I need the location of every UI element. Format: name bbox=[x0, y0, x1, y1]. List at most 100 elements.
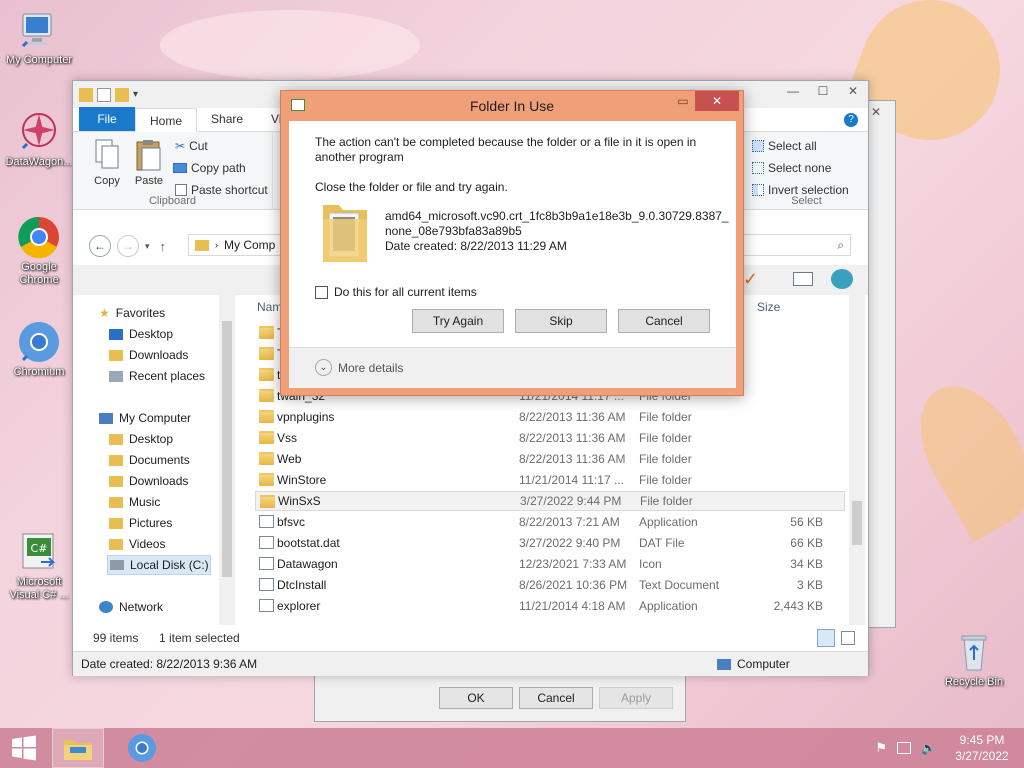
nav-favorites-label: Favorites bbox=[115, 306, 166, 320]
apply-button[interactable]: Apply bbox=[599, 687, 673, 709]
wallpaper-petal bbox=[160, 10, 420, 80]
folder-name-line1: amd64_microsoft.vc90.crt_1fc8b3b9a1e18e3… bbox=[385, 209, 729, 223]
file-date: 12/23/2021 7:33 AM bbox=[519, 557, 627, 571]
more-details-toggle[interactable]: ⌄ More details bbox=[315, 359, 403, 376]
details-bar: Date created: 8/22/2013 9:36 AM Computer bbox=[73, 651, 868, 676]
large-icons-view-icon[interactable] bbox=[841, 631, 855, 645]
help-icon[interactable]: ? bbox=[844, 113, 858, 127]
network-icon[interactable] bbox=[897, 742, 912, 754]
desktop-icon-google-chrome[interactable]: Google Chrome bbox=[1, 215, 77, 287]
select-group-title: Select bbox=[791, 195, 822, 207]
nav-my-computer[interactable]: My Computer bbox=[99, 408, 191, 428]
nav-item-documents[interactable]: Documents bbox=[109, 450, 190, 470]
table-row[interactable]: WinStore 11/21/2014 11:17 ... File folder bbox=[255, 470, 845, 490]
column-size[interactable]: Size bbox=[757, 300, 780, 314]
clock[interactable]: 9:45 PM 3/27/2022 bbox=[950, 732, 1014, 764]
minimize-icon[interactable]: — bbox=[778, 81, 808, 101]
column-name[interactable]: Nam bbox=[257, 300, 282, 314]
table-row[interactable]: bfsvc 8/22/2013 7:21 AM Application 56 KB bbox=[255, 512, 845, 532]
new-folder-icon[interactable] bbox=[115, 87, 129, 102]
nav-item-videos[interactable]: Videos bbox=[109, 534, 165, 554]
tab-file[interactable]: File bbox=[79, 107, 135, 131]
taskbar-file-explorer[interactable] bbox=[52, 728, 104, 768]
volume-muted-icon[interactable]: 🔈 bbox=[921, 741, 936, 755]
tab-share[interactable]: Share bbox=[197, 107, 257, 131]
desktop-icon-visual-csharp[interactable]: C# Microsoft Visual C# ... bbox=[1, 530, 77, 602]
table-row[interactable]: Datawagon 12/23/2021 7:33 AM Icon 34 KB bbox=[255, 554, 845, 574]
taskbar-chromium[interactable] bbox=[118, 728, 166, 768]
nav-item-desktop[interactable]: Desktop bbox=[109, 429, 173, 449]
maximize-icon[interactable]: ☐ bbox=[808, 81, 838, 101]
nav-scrollbar[interactable] bbox=[219, 295, 235, 625]
apply-to-all-checkbox[interactable]: Do this for all current items bbox=[315, 285, 477, 299]
table-row[interactable]: DtcInstall 8/26/2021 10:36 PM Text Documen… bbox=[255, 575, 845, 595]
tab-home[interactable]: Home bbox=[135, 108, 198, 132]
skip-button[interactable]: Skip bbox=[515, 309, 607, 333]
paste-button[interactable]: Paste bbox=[129, 138, 169, 187]
copy-path-button[interactable]: Copy path bbox=[173, 158, 246, 178]
nav-item-local-disk[interactable]: Local Disk (C:) bbox=[107, 555, 211, 575]
close-icon[interactable]: ✕ bbox=[871, 105, 881, 119]
properties-window: OK Cancel Apply bbox=[314, 672, 686, 722]
minimize-icon[interactable]: ▭ bbox=[671, 91, 695, 111]
scrollbar-thumb[interactable] bbox=[852, 501, 862, 545]
file-name: bfsvc bbox=[277, 515, 306, 529]
checkbox-box[interactable] bbox=[315, 285, 328, 299]
nav-item-desktop[interactable]: Desktop bbox=[109, 324, 173, 344]
details-view-icon[interactable] bbox=[817, 629, 835, 647]
desktop-icon-chromium[interactable]: Chromium bbox=[1, 320, 77, 379]
recent-locations-icon[interactable]: ▾ bbox=[145, 241, 150, 252]
chevron-down-icon[interactable]: ▾ bbox=[133, 89, 138, 100]
nav-item-music[interactable]: Music bbox=[109, 492, 160, 512]
search-input[interactable]: ⌕ bbox=[733, 234, 851, 256]
nav-item-pictures[interactable]: Pictures bbox=[109, 513, 172, 533]
cut-button[interactable]: ✂ Cut bbox=[175, 136, 208, 156]
file-type: Icon bbox=[639, 557, 662, 571]
close-icon[interactable]: ✕ bbox=[838, 81, 868, 101]
table-row[interactable]: WinSxS 3/27/2022 9:44 PM File folder bbox=[255, 491, 845, 511]
navigation-pane: ★ Favorites Desktop Downloads Recent pla… bbox=[73, 295, 235, 625]
nav-item-recent-places[interactable]: Recent places bbox=[109, 366, 205, 386]
forward-button[interactable]: → bbox=[117, 235, 139, 257]
select-none-button[interactable]: Select none bbox=[752, 158, 831, 178]
up-arrow-icon[interactable]: ↑ bbox=[160, 239, 167, 254]
checkmark-icon[interactable]: ✓ bbox=[743, 269, 758, 290]
file-date: 3/27/2022 9:40 PM bbox=[519, 536, 621, 550]
table-row[interactable]: explorer 11/21/2014 4:18 AM Application 2,4… bbox=[255, 596, 845, 616]
action-center-flag-icon[interactable]: ⚑ bbox=[875, 740, 887, 756]
file-size: 66 KB bbox=[790, 536, 823, 550]
folder-icon bbox=[79, 87, 93, 102]
copy-button[interactable]: Copy bbox=[87, 138, 127, 187]
scrollbar-thumb[interactable] bbox=[222, 321, 232, 577]
desktop-icon-my-computer[interactable]: My Computer bbox=[1, 8, 77, 67]
background-window[interactable]: ✕ bbox=[866, 100, 896, 628]
preview-icon[interactable] bbox=[793, 272, 813, 286]
nav-item-downloads[interactable]: Downloads bbox=[109, 471, 188, 491]
nav-network-label: Network bbox=[119, 600, 164, 614]
nav-item-downloads[interactable]: Downloads bbox=[109, 345, 188, 365]
try-again-button[interactable]: Try Again bbox=[412, 309, 504, 333]
cancel-button[interactable]: Cancel bbox=[519, 687, 593, 709]
close-icon[interactable]: ✕ bbox=[695, 91, 739, 111]
nav-favorites[interactable]: ★ Favorites bbox=[99, 303, 165, 323]
table-row[interactable]: bootstat.dat 3/27/2022 9:40 PM DAT File 66 … bbox=[255, 533, 845, 553]
ok-button[interactable]: OK bbox=[439, 687, 513, 709]
start-button[interactable] bbox=[0, 728, 48, 768]
table-row[interactable]: Web 8/22/2013 11:36 AM File folder bbox=[255, 449, 845, 469]
desktop-icon-recycle-bin[interactable]: Recycle Bin bbox=[936, 630, 1012, 689]
table-row[interactable]: Vss 8/22/2013 11:36 AM File folder bbox=[255, 428, 845, 448]
cancel-button[interactable]: Cancel bbox=[618, 309, 710, 333]
nav-network[interactable]: Network bbox=[99, 597, 163, 617]
system-tray: ⚑ 🔈 9:45 PM 3/27/2022 bbox=[875, 728, 1024, 768]
computer-icon bbox=[17, 8, 61, 52]
nav-item-label: Desktop bbox=[129, 327, 174, 341]
select-all-button[interactable]: Select all bbox=[752, 136, 817, 156]
status-bar: 99 items 1 item selected bbox=[73, 627, 868, 649]
properties-icon[interactable] bbox=[97, 87, 111, 102]
clock-time: 9:45 PM bbox=[959, 733, 1005, 747]
shell-icon[interactable] bbox=[831, 269, 853, 289]
table-row[interactable]: vpnplugins 8/22/2013 11:36 AM File folder bbox=[255, 407, 845, 427]
desktop-icon-datawagon[interactable]: DataWagon... bbox=[1, 110, 77, 169]
file-list-scrollbar[interactable] bbox=[849, 295, 865, 625]
back-button[interactable]: ← bbox=[89, 235, 111, 257]
